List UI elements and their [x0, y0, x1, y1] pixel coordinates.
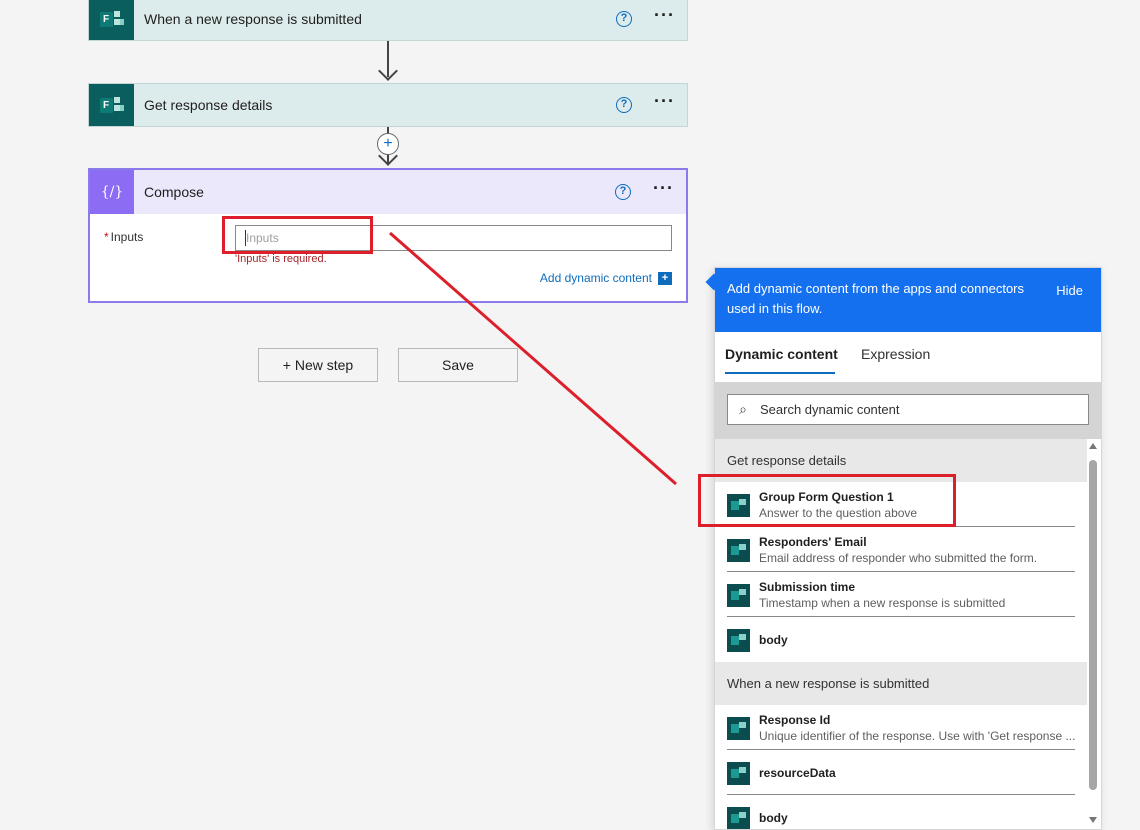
highlight-inputs — [222, 216, 373, 254]
add-dynamic-content-link[interactable]: Add dynamic content + — [540, 271, 672, 285]
inputs-label: * Inputs — [104, 230, 143, 244]
item-desc: Unique identifier of the response. Use w… — [759, 728, 1076, 743]
forms-icon — [727, 806, 750, 829]
panel-tabs: Dynamic content Expression — [715, 332, 1101, 380]
highlight-group-form-question — [698, 474, 956, 527]
search-icon: ⌕ — [739, 401, 747, 417]
forms-icon — [727, 761, 750, 785]
plus-icon: + — [658, 271, 672, 285]
help-icon[interactable]: ? — [616, 97, 633, 113]
item-name: resourceData — [759, 765, 836, 780]
help-icon[interactable]: ? — [615, 184, 632, 200]
item-name: Submission time — [759, 579, 856, 594]
save-button[interactable]: Save — [398, 348, 518, 382]
item-name: body — [759, 810, 788, 825]
forms-icon — [727, 538, 750, 562]
compose-icon: {∕} — [90, 170, 134, 214]
step-card-trigger[interactable]: F When a new response is submitted ? ··· — [88, 0, 688, 41]
more-icon[interactable]: ··· — [654, 6, 675, 28]
compose-card[interactable]: {∕} Compose ? ··· *Inputs 'Inputs' is re… — [88, 168, 688, 303]
scroll-up-icon[interactable] — [1089, 443, 1097, 449]
tab-expression[interactable]: Expression — [861, 346, 930, 362]
item-name: Response Id — [759, 712, 831, 727]
insert-step-plus-icon[interactable]: + — [377, 133, 399, 155]
more-icon[interactable]: ··· — [653, 179, 674, 201]
list-item[interactable]: Responders' Email Email address of respo… — [715, 527, 1087, 572]
step-title: When a new response is submitted — [144, 11, 362, 27]
step-title: Get response details — [144, 97, 273, 113]
item-desc: Timestamp when a new response is submitt… — [759, 595, 1006, 610]
arrow-down-icon — [378, 61, 398, 81]
list-item[interactable]: body — [715, 795, 1087, 829]
search-input[interactable] — [758, 401, 1088, 418]
new-step-button[interactable]: + New step — [258, 348, 378, 382]
forms-icon — [727, 628, 750, 652]
step-card-get-response[interactable]: F Get response details ? ··· — [88, 83, 688, 127]
forms-icon — [727, 716, 750, 740]
scroll-thumb[interactable] — [1089, 460, 1097, 790]
panel-banner-text: Add dynamic content from the apps and co… — [727, 281, 1025, 316]
panel-scrollbar[interactable] — [1089, 443, 1097, 823]
item-name: Responders' Email — [759, 534, 867, 549]
forms-icon — [727, 583, 750, 607]
search-box[interactable]: ⌕ — [727, 394, 1089, 425]
list-item[interactable]: Response Id Unique identifier of the res… — [715, 705, 1087, 750]
more-icon[interactable]: ··· — [654, 92, 675, 114]
item-name: body — [759, 632, 788, 647]
list-item[interactable]: resourceData — [715, 750, 1087, 795]
panel-banner: Add dynamic content from the apps and co… — [715, 268, 1101, 332]
group-header-trigger: When a new response is submitted — [715, 662, 1087, 705]
required-mark: * — [104, 230, 109, 244]
list-item[interactable]: Submission time Timestamp when a new res… — [715, 572, 1087, 617]
forms-icon: F — [89, 84, 134, 126]
tab-dynamic-content[interactable]: Dynamic content — [725, 346, 838, 374]
inputs-error: 'Inputs' is required. — [235, 253, 327, 265]
list-item[interactable]: body — [715, 617, 1087, 662]
inputs-label-text: Inputs — [110, 230, 144, 244]
help-icon[interactable]: ? — [616, 11, 633, 27]
scroll-down-icon[interactable] — [1089, 817, 1097, 823]
search-zone: ⌕ — [715, 382, 1101, 439]
forms-icon: F — [89, 0, 134, 40]
hide-button[interactable]: Hide — [1056, 281, 1083, 301]
dynamic-content-panel: Add dynamic content from the apps and co… — [714, 267, 1102, 830]
compose-title: Compose — [144, 184, 204, 200]
add-dynamic-content-label: Add dynamic content — [539, 271, 652, 285]
item-desc: Email address of responder who submitted… — [759, 550, 1038, 565]
